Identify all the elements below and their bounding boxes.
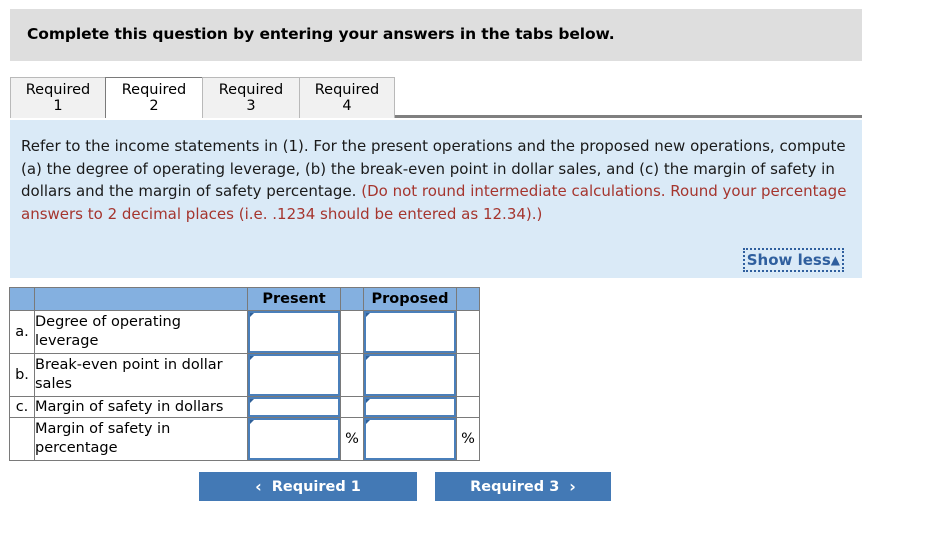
header-proposed: Proposed — [363, 287, 457, 311]
input-b-present[interactable] — [248, 354, 340, 396]
input-d-proposed[interactable] — [364, 418, 456, 460]
instruction-text: Refer to the income statements in (1). F… — [21, 135, 851, 225]
proposed-unit: % — [456, 417, 480, 461]
prev-required-button[interactable]: ‹ Required 1 — [199, 472, 417, 501]
table-row: Margin of safety in percentage % % — [9, 417, 480, 461]
input-a-present[interactable] — [248, 311, 340, 353]
answer-table: Present Proposed a. Degree of operating … — [9, 287, 480, 461]
row-label: Degree of operating leverage — [34, 310, 248, 354]
proposed-input-cell — [363, 396, 457, 418]
input-d-present[interactable] — [248, 418, 340, 460]
present-input-cell — [247, 310, 341, 354]
row-label: Break-even point in dollar sales — [34, 353, 248, 397]
tab-label-line1: Required — [25, 82, 91, 98]
table-row: c. Margin of safety in dollars — [9, 396, 480, 418]
row-label: Margin of safety in percentage — [34, 417, 248, 461]
input-c-proposed[interactable] — [364, 397, 456, 417]
present-input-cell — [247, 353, 341, 397]
show-less-link[interactable]: Show less▲ — [742, 248, 845, 272]
row-letter: b. — [9, 353, 35, 397]
tab-required-4[interactable]: Required 4 — [299, 77, 395, 118]
prev-required-label: Required 1 — [271, 478, 361, 495]
proposed-input-cell — [363, 353, 457, 397]
header-blank-label — [34, 287, 248, 311]
table-header-row: Present Proposed — [9, 287, 480, 311]
tab-label-line2: 2 — [149, 98, 159, 114]
present-input-cell — [247, 396, 341, 418]
tab-required-2[interactable]: Required 2 — [105, 77, 203, 118]
row-label: Margin of safety in dollars — [34, 396, 248, 418]
required-tabs: Required 1 Required 2 Required 3 Require… — [10, 77, 862, 118]
row-letter — [9, 417, 35, 461]
table-row: a. Degree of operating leverage — [9, 310, 480, 354]
header-present-unit — [340, 287, 364, 311]
header-blank-letter — [9, 287, 35, 311]
header-present: Present — [247, 287, 341, 311]
input-c-present[interactable] — [248, 397, 340, 417]
chevron-right-icon: › — [569, 477, 576, 496]
tab-label-line2: 1 — [53, 98, 63, 114]
tab-label-line1: Required — [314, 82, 380, 98]
tab-label-line2: 4 — [342, 98, 352, 114]
proposed-input-cell — [363, 310, 457, 354]
proposed-unit — [456, 396, 480, 418]
proposed-unit — [456, 310, 480, 354]
tab-label-line1: Required — [121, 82, 187, 98]
input-a-proposed[interactable] — [364, 311, 456, 353]
tab-label-line1: Required — [218, 82, 284, 98]
show-less-label: Show less — [746, 251, 831, 269]
proposed-input-cell — [363, 417, 457, 461]
page-title: Complete this question by entering your … — [27, 25, 615, 43]
caret-up-icon: ▲ — [830, 253, 840, 267]
row-letter: a. — [9, 310, 35, 354]
present-unit — [340, 353, 364, 397]
tab-label-line2: 3 — [246, 98, 256, 114]
question-banner: Complete this question by entering your … — [10, 9, 862, 61]
present-input-cell — [247, 417, 341, 461]
next-required-label: Required 3 — [470, 478, 560, 495]
chevron-left-icon: ‹ — [255, 477, 262, 496]
table-row: b. Break-even point in dollar sales — [9, 353, 480, 397]
instruction-panel: Refer to the income statements in (1). F… — [10, 120, 862, 278]
present-unit — [340, 310, 364, 354]
present-unit: % — [340, 417, 364, 461]
row-letter: c. — [9, 396, 35, 418]
next-required-button[interactable]: Required 3 › — [435, 472, 611, 501]
header-proposed-unit — [456, 287, 480, 311]
proposed-unit — [456, 353, 480, 397]
tab-required-3[interactable]: Required 3 — [202, 77, 300, 118]
input-b-proposed[interactable] — [364, 354, 456, 396]
present-unit — [340, 396, 364, 418]
tab-required-1[interactable]: Required 1 — [10, 77, 106, 118]
